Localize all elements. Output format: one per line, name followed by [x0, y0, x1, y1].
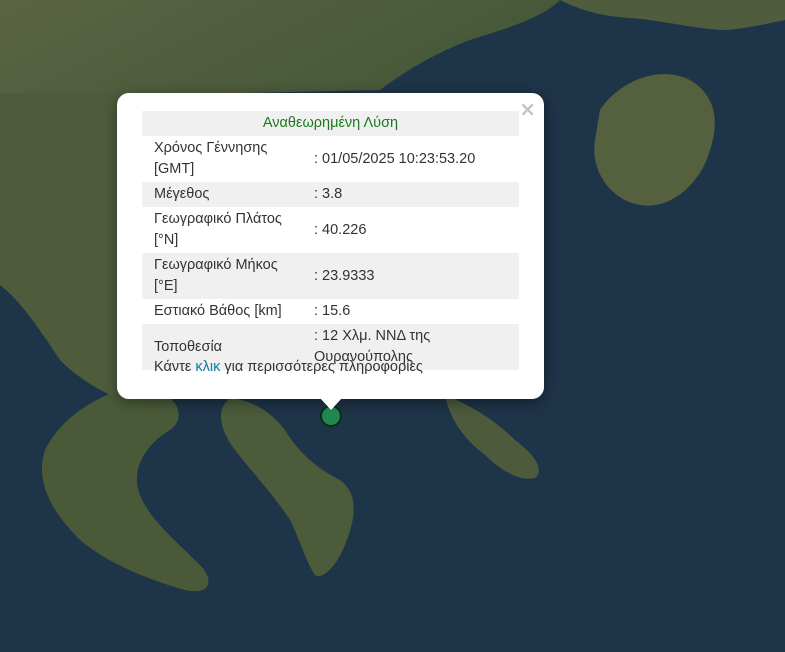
- earthquake-details-table: Αναθεωρημένη Λύση Χρόνος Γέννησης [GMT] :…: [142, 111, 519, 370]
- row-label: [°E]: [154, 278, 178, 294]
- row-label: Γεωγραφικό Μήκος: [154, 257, 278, 273]
- table-row: Χρόνος Γέννησης [GMT] : 01/05/2025 10:23:…: [142, 136, 519, 182]
- close-icon[interactable]: ×: [519, 97, 536, 121]
- row-value: : 01/05/2025 10:23:53.20: [314, 150, 476, 167]
- table-row: Γεωγραφικό Μήκος [°E] : 23.9333: [142, 253, 519, 299]
- more-info-prefix: Κάντε: [154, 359, 196, 375]
- row-label: Γεωγραφικό Πλάτος: [154, 211, 282, 227]
- table-row: Εστιακό Βάθος [km] : 15.6: [142, 299, 519, 324]
- more-info-text: Κάντε κλικ για περισσότερες πληροφορίες: [154, 359, 423, 375]
- row-value: : 40.226: [314, 221, 367, 238]
- row-label: Μέγεθος: [142, 182, 308, 207]
- row-value: : 15.6: [314, 303, 351, 319]
- row-label: [GMT]: [154, 161, 195, 177]
- row-label: [°N]: [154, 232, 179, 248]
- table-row: Γεωγραφικό Πλάτος [°N] : 40.226: [142, 207, 519, 253]
- popup-title-row: Αναθεωρημένη Λύση: [142, 111, 519, 136]
- popup-tip: [320, 398, 342, 410]
- row-value: : 23.9333: [308, 253, 519, 299]
- row-label: Χρόνος Γέννησης: [154, 140, 268, 156]
- popup-title: Αναθεωρημένη Λύση: [142, 111, 519, 136]
- row-value: : 3.8: [308, 182, 519, 207]
- more-info-link[interactable]: κλικ: [195, 359, 220, 375]
- table-row: Μέγεθος : 3.8: [142, 182, 519, 207]
- row-label: Εστιακό Βάθος [km]: [154, 303, 282, 319]
- more-info-suffix: για περισσότερες πληροφορίες: [220, 359, 423, 375]
- row-value: : 12 Χλμ. ΝΝΔ της: [314, 328, 431, 344]
- earthquake-popup: × Αναθεωρημένη Λύση Χρόνος Γέννησης [GMT]…: [117, 93, 544, 399]
